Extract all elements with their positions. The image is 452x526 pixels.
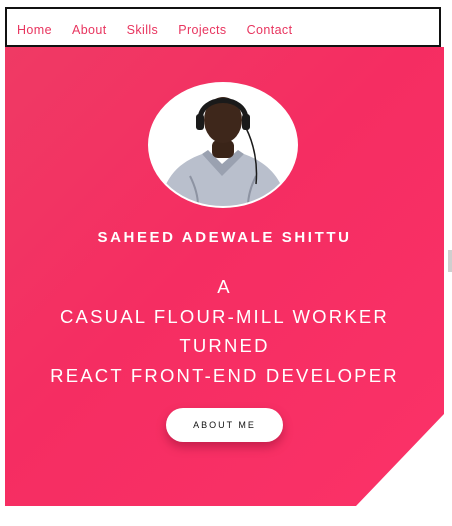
tagline-line: REACT FRONT-END DEVELOPER: [50, 364, 399, 386]
hero-name: SAHEED ADEWALE SHITTU: [97, 229, 352, 246]
top-navbar: Home About Skills Projects Contact: [5, 7, 441, 47]
nav-link-projects[interactable]: Projects: [178, 23, 226, 37]
tagline-line: A: [217, 276, 232, 297]
about-me-button[interactable]: ABOUT ME: [166, 408, 283, 442]
scrollbar-thumb[interactable]: [448, 250, 452, 272]
page-frame: Home About Skills Projects Contact SAHEE…: [0, 0, 452, 526]
nav-link-about[interactable]: About: [72, 23, 107, 37]
nav-link-home[interactable]: Home: [17, 23, 52, 37]
hero-section: SAHEED ADEWALE SHITTU A CASUAL FLOUR-MIL…: [5, 47, 444, 506]
tagline-line: CASUAL FLOUR-MILL WORKER: [60, 305, 389, 327]
profile-avatar: [148, 82, 298, 208]
nav-link-skills[interactable]: Skills: [127, 23, 159, 37]
hero-corner-decoration: [356, 414, 444, 506]
nav-link-contact[interactable]: Contact: [247, 23, 293, 37]
tagline-line: TURNED: [179, 335, 270, 356]
profile-photo-icon: [150, 84, 296, 206]
hero-tagline: A CASUAL FLOUR-MILL WORKER TURNED REACT …: [5, 272, 444, 390]
